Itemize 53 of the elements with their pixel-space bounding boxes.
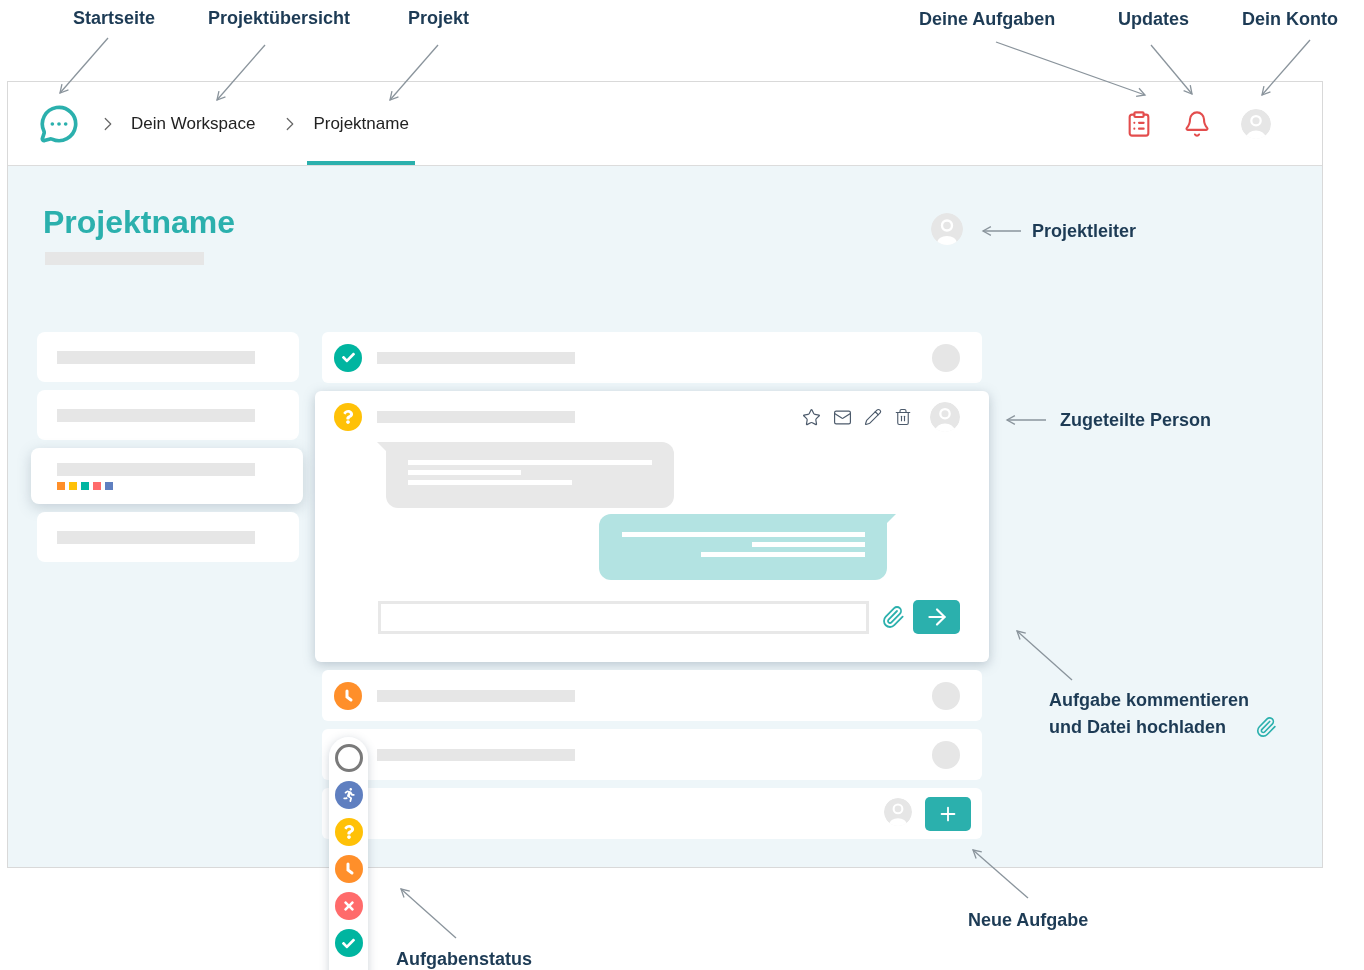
avatar-placeholder-icon[interactable] bbox=[932, 343, 960, 372]
annotation-label: Startseite bbox=[73, 7, 156, 30]
star-icon[interactable] bbox=[802, 407, 821, 427]
trash-icon[interactable] bbox=[894, 408, 912, 426]
empty-circle-icon[interactable] bbox=[334, 744, 363, 772]
annotation-arrow bbox=[981, 226, 1022, 236]
paperclip-icon bbox=[1255, 716, 1277, 738]
cross-icon[interactable] bbox=[334, 892, 363, 920]
annotation-label: Aufgabe kommentieren und Datei hochladen bbox=[1049, 689, 1250, 739]
pencil-icon[interactable] bbox=[864, 408, 882, 426]
annotation-arrow bbox=[59, 37, 109, 95]
annotation-arrow bbox=[1150, 44, 1193, 96]
bell-icon[interactable] bbox=[1183, 109, 1211, 138]
annotation-label: Aufgabenstatus bbox=[396, 948, 532, 970]
check-icon[interactable] bbox=[334, 343, 362, 372]
add-button[interactable] bbox=[925, 796, 971, 831]
annotation-arrow bbox=[1005, 415, 1047, 425]
question-icon[interactable] bbox=[334, 403, 362, 431]
sidebar-item[interactable] bbox=[37, 390, 299, 440]
annotation-label: Updates bbox=[1118, 8, 1189, 31]
avatar-placeholder-icon[interactable] bbox=[932, 740, 960, 769]
annotation-label: Dein Konto bbox=[1242, 8, 1338, 31]
avatar-icon[interactable] bbox=[884, 797, 912, 826]
annotation-label: Projektübersicht bbox=[208, 7, 351, 30]
avatar-icon[interactable] bbox=[930, 402, 960, 432]
annotation-arrow bbox=[400, 888, 457, 939]
avatar-icon[interactable] bbox=[1241, 108, 1271, 139]
paperclip-icon[interactable] bbox=[881, 605, 905, 629]
clock-icon[interactable] bbox=[334, 855, 363, 883]
sidebar-item[interactable] bbox=[37, 512, 299, 562]
send-button[interactable] bbox=[913, 600, 960, 634]
task-row[interactable] bbox=[322, 670, 982, 721]
project-title: Projektname bbox=[43, 203, 236, 241]
clock-icon[interactable] bbox=[334, 681, 362, 710]
runner-icon[interactable] bbox=[334, 781, 363, 809]
avatar-placeholder-icon[interactable] bbox=[932, 681, 960, 710]
annotation-arrow bbox=[971, 849, 1029, 899]
annotation-arrow bbox=[389, 44, 439, 102]
annotation-label: Projektleiter bbox=[1032, 220, 1137, 243]
breadcrumb-tab[interactable]: Dein Workspace bbox=[125, 82, 262, 165]
sidebar-item[interactable] bbox=[31, 448, 303, 504]
annotation-arrow bbox=[216, 44, 266, 102]
annotation-arrow bbox=[1016, 630, 1073, 681]
question-icon[interactable] bbox=[334, 818, 363, 846]
annotation-label: Deine Aufgaben bbox=[919, 8, 1056, 31]
annotation-label: Projekt bbox=[408, 7, 470, 30]
check-icon[interactable] bbox=[334, 929, 363, 957]
sidebar-item[interactable] bbox=[37, 332, 299, 382]
annotation-label: Neue Aufgabe bbox=[968, 909, 1089, 932]
annotation-arrow bbox=[1261, 39, 1311, 97]
avatar-icon[interactable] bbox=[931, 213, 963, 245]
annotation-label: Zugeteilte Person bbox=[1060, 409, 1212, 432]
task-row[interactable] bbox=[322, 332, 982, 383]
